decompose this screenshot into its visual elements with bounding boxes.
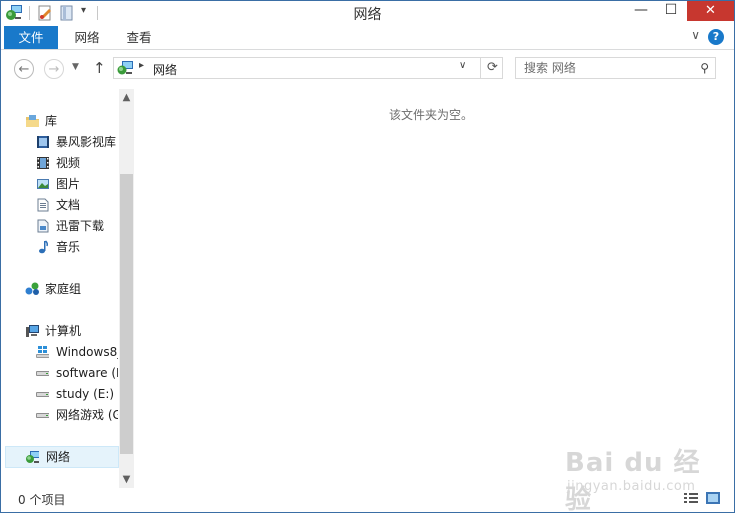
picture-icon — [37, 179, 49, 189]
scroll-down-arrow-icon[interactable]: ▼ — [119, 471, 134, 488]
nav-item-label: study (E:) — [56, 387, 115, 401]
maximize-button[interactable]: ☐ — [656, 1, 686, 21]
minimize-button[interactable]: — — [626, 1, 656, 21]
nav-item-videos[interactable]: 视频 — [1, 153, 118, 173]
address-bar[interactable]: ▸ 网络 ∨ ⟳ — [113, 57, 503, 79]
nav-item-label: 家庭组 — [45, 282, 82, 296]
nav-item-label: 音乐 — [56, 240, 81, 254]
up-arrow-icon[interactable]: ↑ — [93, 59, 106, 77]
windows-drive-icon — [36, 346, 49, 358]
address-history-chevron-icon[interactable]: ∨ — [459, 60, 466, 71]
film-icon — [37, 157, 49, 169]
nav-item-study-drive[interactable]: study (E:) — [1, 384, 118, 404]
nav-item-libraries[interactable]: 库 — [1, 111, 118, 131]
nav-item-label: 迅雷下载 — [56, 219, 105, 233]
library-icon — [26, 115, 39, 127]
nav-item-label: 图片 — [56, 177, 81, 191]
nav-item-homegroup[interactable]: 家庭组 — [1, 279, 118, 299]
nav-item-label: 计算机 — [45, 324, 82, 338]
drive-icon — [36, 392, 49, 397]
title-bar: ▾ 网络 — ☐ ✕ — [1, 1, 734, 25]
recent-locations-chevron-icon[interactable]: ▼ — [72, 62, 79, 72]
search-icon[interactable]: ⚲ — [700, 61, 709, 75]
drive-icon — [36, 371, 49, 376]
nav-item-software-drive[interactable]: software (D — [1, 363, 118, 383]
navigation-scrollbar[interactable]: ▲ ▼ — [119, 89, 134, 488]
explorer-window: ▾ 网络 — ☐ ✕ 文件 网络 查看 ∨ ? ← → ▼ ↑ ▸ 网络 ∨ ⟳ — [0, 0, 735, 513]
nav-item-network[interactable]: 网络 — [5, 446, 119, 468]
watermark-logo-text: Bai du 经验 — [565, 448, 701, 513]
back-button[interactable]: ← — [14, 59, 34, 79]
close-button[interactable]: ✕ — [687, 1, 734, 21]
search-box: ⚲ — [515, 57, 716, 79]
ribbon-tabs: 文件 网络 查看 ∨ ? — [1, 25, 734, 50]
homegroup-icon — [25, 282, 39, 295]
nav-item-label: software (D — [56, 366, 118, 380]
file-list-area[interactable]: 该文件夹为空。 — [135, 89, 727, 488]
nav-item-thunder-downloads[interactable]: 迅雷下载 — [1, 216, 118, 236]
scrollbar-thumb[interactable] — [120, 174, 133, 454]
navigation-bar: ← → ▼ ↑ ▸ 网络 ∨ ⟳ ⚲ — [1, 50, 734, 88]
help-icon[interactable]: ? — [708, 29, 724, 45]
nav-item-label: 库 — [45, 114, 58, 128]
nav-item-label: 暴风影视库 — [56, 135, 117, 149]
network-icon — [26, 451, 39, 463]
scroll-up-arrow-icon[interactable]: ▲ — [119, 89, 134, 106]
nav-item-windows-drive[interactable]: Windows8_ — [1, 342, 118, 362]
nav-item-label: 网络游戏 (G — [56, 408, 118, 422]
tab-network[interactable]: 网络 — [63, 26, 111, 49]
refresh-button[interactable]: ⟳ — [480, 57, 504, 79]
breadcrumb-network[interactable]: 网络 — [153, 61, 177, 78]
nav-item-music[interactable]: 音乐 — [1, 237, 118, 257]
tab-file[interactable]: 文件 — [4, 26, 58, 49]
forward-button[interactable]: → — [44, 59, 64, 79]
network-icon — [117, 61, 133, 75]
nav-item-computer[interactable]: 计算机 — [1, 321, 118, 341]
music-icon — [39, 240, 49, 254]
window-title: 网络 — [353, 7, 382, 23]
computer-icon — [26, 325, 39, 337]
breadcrumb-arrow-icon[interactable]: ▸ — [139, 60, 144, 71]
nav-item-pictures[interactable]: 图片 — [1, 174, 118, 194]
download-folder-icon — [37, 219, 49, 233]
navigation-pane: 库 暴风影视库 视频 图片 文档 迅雷下载 音乐 家庭组 计算机 Windows… — [1, 89, 134, 488]
nav-item-documents[interactable]: 文档 — [1, 195, 118, 215]
video-library-icon — [37, 136, 49, 148]
baidu-jingyan-watermark: Bai du 经验 jingyan.baidu.com — [561, 438, 711, 512]
expand-ribbon-chevron-icon[interactable]: ∨ — [691, 28, 700, 42]
empty-folder-message: 该文件夹为空。 — [388, 108, 473, 122]
nav-item-label: 文档 — [56, 198, 81, 212]
drive-icon — [36, 413, 49, 418]
item-count: 0 个项目 — [18, 493, 66, 507]
watermark-url: jingyan.baidu.com — [567, 479, 696, 494]
nav-item-storm-video-library[interactable]: 暴风影视库 — [1, 132, 118, 152]
tab-view[interactable]: 查看 — [115, 26, 163, 49]
nav-item-label: 视频 — [56, 156, 81, 170]
nav-item-label: 网络 — [46, 450, 71, 464]
search-input[interactable] — [516, 58, 694, 78]
nav-item-games-drive[interactable]: 网络游戏 (G — [1, 405, 118, 425]
document-icon — [37, 198, 49, 212]
nav-item-label: Windows8_ — [56, 345, 118, 359]
